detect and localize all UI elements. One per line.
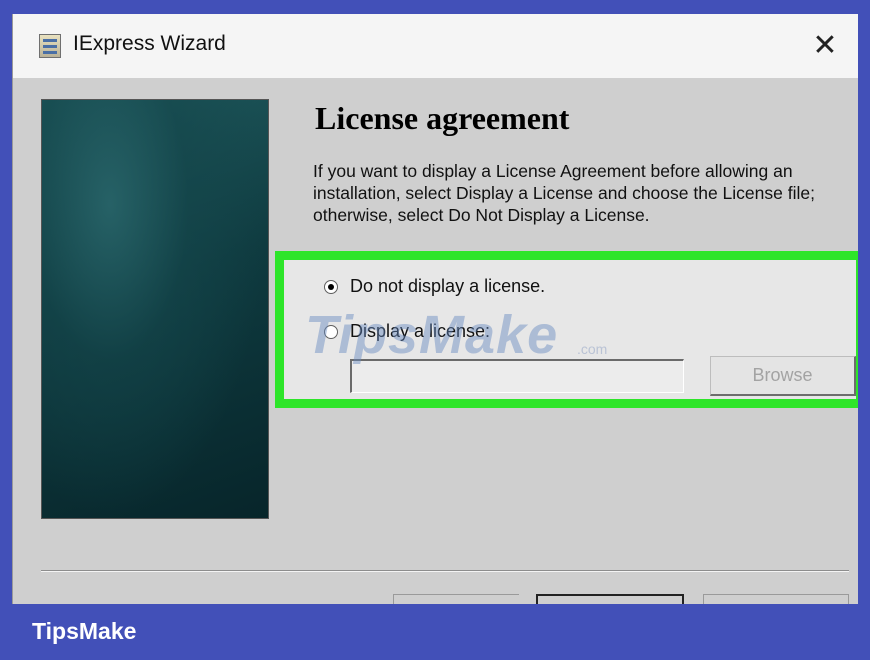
- footer-separator: [41, 570, 849, 572]
- window-title: IExpress Wizard: [73, 32, 226, 55]
- display-license-label[interactable]: Display a license:: [350, 321, 490, 342]
- page-description: If you want to display a License Agreeme…: [313, 161, 815, 225]
- display-license-radio[interactable]: [324, 325, 338, 339]
- footer-brand: TipsMake: [32, 618, 137, 644]
- iexpress-wizard-window: IExpress Wizard ✕ License agreement If y…: [12, 14, 858, 604]
- no-license-radio[interactable]: [324, 280, 338, 294]
- cancel-button[interactable]: [703, 594, 849, 604]
- browse-button[interactable]: Browse: [710, 356, 856, 396]
- iexpress-app-icon: [39, 34, 61, 58]
- license-options-group: Do not display a license. Display a lice…: [275, 251, 858, 408]
- page-title: License agreement: [315, 100, 570, 136]
- back-button[interactable]: [393, 594, 519, 604]
- no-license-label[interactable]: Do not display a license.: [350, 276, 545, 297]
- title-bar: IExpress Wizard ✕: [13, 14, 858, 78]
- footer-bar: TipsMake: [0, 604, 870, 660]
- close-icon[interactable]: ✕: [805, 26, 845, 66]
- license-file-input[interactable]: [350, 359, 684, 393]
- wizard-banner-image: [41, 99, 269, 519]
- next-button[interactable]: [536, 594, 684, 604]
